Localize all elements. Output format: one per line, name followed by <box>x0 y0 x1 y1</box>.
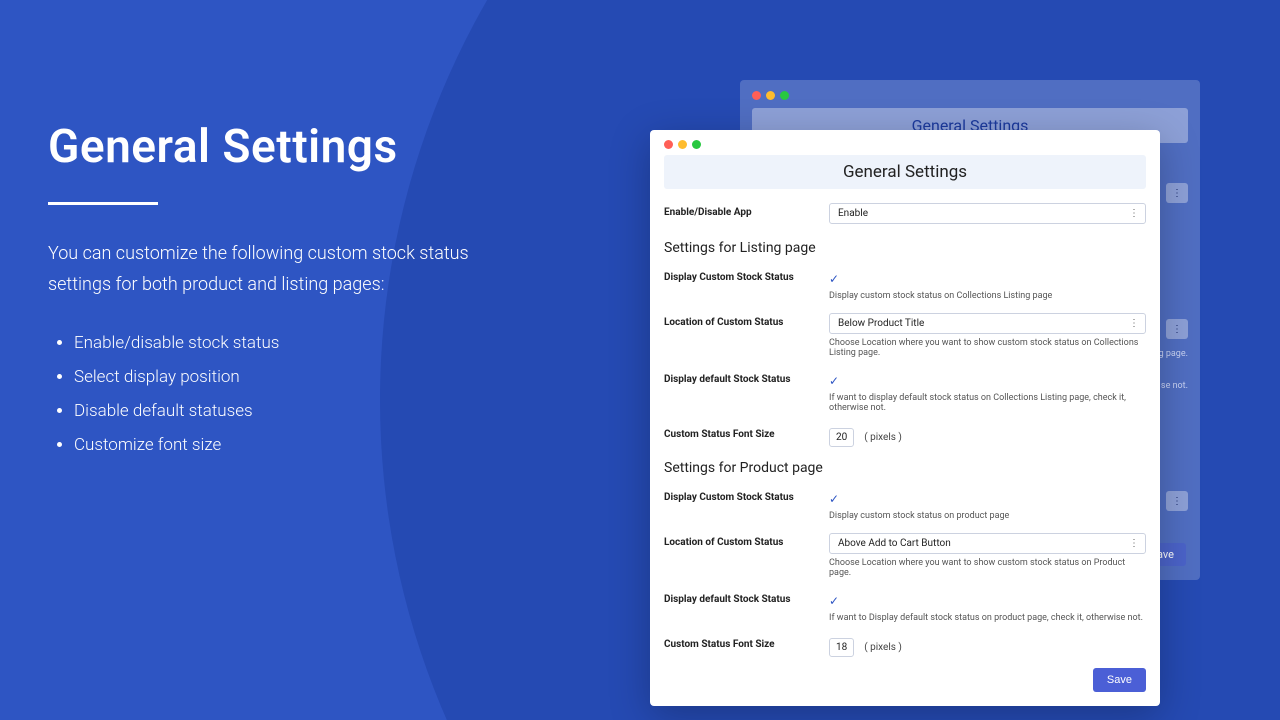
product-location-help: Choose Location where you want to show c… <box>829 558 1146 578</box>
product-display-default-help: If want to Display default stock status … <box>829 613 1146 623</box>
close-dot-icon[interactable] <box>664 140 673 149</box>
product-location-value: Above Add to Cart Button <box>838 538 951 549</box>
window-controls <box>752 88 1188 108</box>
listing-location-select[interactable]: Below Product Title ⋮ <box>829 313 1146 334</box>
divider <box>48 202 158 205</box>
back-select-stub: ⋮ <box>1166 183 1188 203</box>
listing-display-custom-checkbox[interactable]: ✓ <box>829 273 841 285</box>
listing-location-label: Location of Custom Status <box>664 313 829 328</box>
bullet-item: Select display position <box>74 360 508 394</box>
pixels-unit: ( pixels ) <box>864 642 902 653</box>
listing-location-value: Below Product Title <box>838 318 924 329</box>
zoom-dot-icon[interactable] <box>692 140 701 149</box>
enable-app-select[interactable]: Enable ⋮ <box>829 203 1146 224</box>
product-location-label: Location of Custom Status <box>664 533 829 548</box>
listing-location-help: Choose Location where you want to show c… <box>829 338 1146 358</box>
product-section-heading: Settings for Product page <box>664 460 1146 476</box>
promo-bullets: Enable/disable stock status Select displ… <box>48 326 508 462</box>
listing-display-default-checkbox[interactable]: ✓ <box>829 375 841 387</box>
caret-icon: ⋮ <box>1129 208 1137 219</box>
bullet-item: Disable default statuses <box>74 394 508 428</box>
listing-font-label: Custom Status Font Size <box>664 425 829 440</box>
listing-font-input[interactable]: 20 <box>829 428 854 447</box>
pixels-unit: ( pixels ) <box>864 432 902 443</box>
save-button[interactable]: Save <box>1093 668 1146 692</box>
promo-title: General Settings <box>48 120 508 174</box>
enable-app-value: Enable <box>838 208 868 219</box>
product-display-custom-help: Display custom stock status on product p… <box>829 511 1146 521</box>
promo-desc: You can customize the following custom s… <box>48 239 508 300</box>
product-font-label: Custom Status Font Size <box>664 635 829 650</box>
zoom-dot-icon <box>780 91 789 100</box>
product-display-custom-checkbox[interactable]: ✓ <box>829 493 841 505</box>
close-dot-icon <box>752 91 761 100</box>
minimize-dot-icon[interactable] <box>678 140 687 149</box>
settings-window: General Settings Enable/Disable App Enab… <box>650 130 1160 706</box>
enable-app-label: Enable/Disable App <box>664 203 829 218</box>
minimize-dot-icon <box>766 91 775 100</box>
back-select-stub: ⋮ <box>1166 491 1188 511</box>
listing-section-heading: Settings for Listing page <box>664 240 1146 256</box>
caret-icon: ⋮ <box>1129 538 1137 549</box>
product-font-input[interactable]: 18 <box>829 638 854 657</box>
window-controls[interactable] <box>664 138 1146 155</box>
panel-title: General Settings <box>664 155 1146 189</box>
product-display-default-label: Display default Stock Status <box>664 590 829 605</box>
bullet-item: Enable/disable stock status <box>74 326 508 360</box>
listing-display-custom-help: Display custom stock status on Collectio… <box>829 291 1146 301</box>
product-location-select[interactable]: Above Add to Cart Button ⋮ <box>829 533 1146 554</box>
listing-display-custom-label: Display Custom Stock Status <box>664 268 829 283</box>
back-select-stub: ⋮ <box>1166 319 1188 339</box>
caret-icon: ⋮ <box>1129 318 1137 329</box>
promo-copy: General Settings You can customize the f… <box>48 120 508 462</box>
product-display-custom-label: Display Custom Stock Status <box>664 488 829 503</box>
listing-display-default-help: If want to display default stock status … <box>829 393 1146 413</box>
product-display-default-checkbox[interactable]: ✓ <box>829 595 841 607</box>
bullet-item: Customize font size <box>74 428 508 462</box>
listing-display-default-label: Display default Stock Status <box>664 370 829 385</box>
